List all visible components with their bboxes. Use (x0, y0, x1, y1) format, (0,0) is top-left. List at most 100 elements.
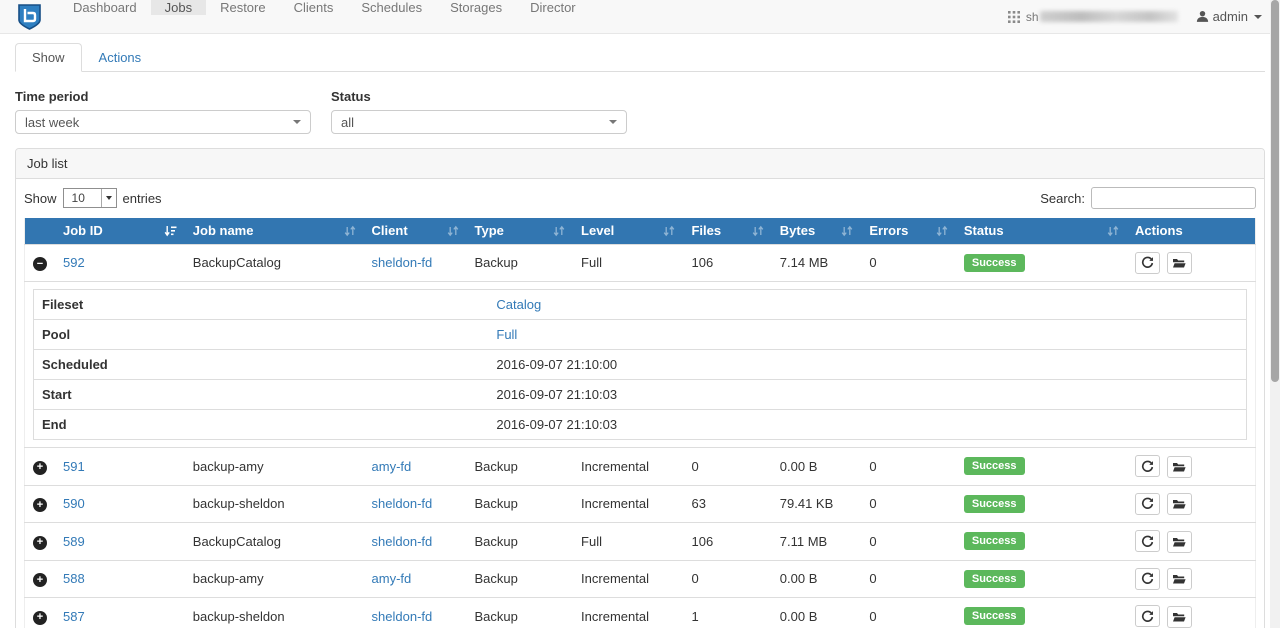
level-cell: Full (573, 523, 683, 561)
column-header-status[interactable]: Status (956, 218, 1127, 244)
job-log-button[interactable] (1167, 531, 1192, 553)
column-header-expand[interactable] (25, 218, 56, 244)
page-length-control: Show 10 entries (24, 188, 162, 208)
job-log-button[interactable] (1167, 456, 1192, 478)
job-detail-table: Fileset Catalog Pool Full Scheduled 2016… (33, 289, 1247, 440)
column-header-bytes[interactable]: Bytes (772, 218, 862, 244)
vertical-scrollbar[interactable] (1270, 0, 1280, 628)
rerun-icon (1141, 610, 1154, 623)
rerun-job-button[interactable] (1135, 252, 1160, 274)
type-cell: Backup (467, 485, 574, 523)
errors-cell: 0 (861, 448, 956, 486)
rerun-job-button[interactable] (1135, 455, 1160, 477)
bytes-cell: 7.11 MB (772, 523, 862, 561)
expand-row-toggle[interactable]: + (33, 498, 47, 512)
scrollbar-thumb[interactable] (1271, 0, 1279, 382)
column-header-errors[interactable]: Errors (861, 218, 956, 244)
job-id-link[interactable]: 591 (63, 459, 85, 474)
user-menu[interactable]: admin (1196, 9, 1262, 24)
job-id-link[interactable]: 590 (63, 496, 85, 511)
job-id-link[interactable]: 589 (63, 534, 85, 549)
errors-cell: 0 (861, 485, 956, 523)
status-select[interactable]: all (331, 110, 627, 134)
client-link[interactable]: sheldon-fd (372, 609, 433, 624)
job-id-link[interactable]: 587 (63, 609, 85, 624)
tab-actions[interactable]: Actions (82, 43, 159, 72)
job-log-button[interactable] (1167, 568, 1192, 590)
apps-grid-icon[interactable] (1008, 11, 1020, 23)
job-list-panel: Job list Show 10 entries Search: (15, 148, 1265, 628)
column-header-level[interactable]: Level (573, 218, 683, 244)
expand-row-toggle[interactable]: + (33, 461, 47, 475)
files-cell: 63 (683, 485, 771, 523)
column-header-actions[interactable]: Actions (1127, 218, 1256, 244)
nav-item-storages[interactable]: Storages (436, 0, 516, 15)
column-header-files[interactable]: Files (683, 218, 771, 244)
username-label: admin (1213, 9, 1248, 24)
job-log-button[interactable] (1167, 606, 1192, 628)
detail-value: 2016-09-07 21:10:03 (488, 380, 1246, 410)
pool-link[interactable]: Full (496, 327, 517, 342)
client-link[interactable]: amy-fd (372, 571, 412, 586)
nav-item-restore[interactable]: Restore (206, 0, 280, 15)
nav-item-schedules[interactable]: Schedules (347, 0, 436, 15)
detail-value: 2016-09-07 21:10:00 (488, 350, 1246, 380)
job-table: Job ID Job name (24, 218, 1256, 628)
navbar-right: sh admin (1008, 0, 1280, 33)
nav-item-clients[interactable]: Clients (280, 0, 348, 15)
client-link[interactable]: sheldon-fd (372, 255, 433, 270)
column-header-job-name[interactable]: Job name (185, 218, 364, 244)
expand-row-toggle[interactable]: + (33, 611, 47, 625)
time-period-select[interactable]: last week (15, 110, 311, 134)
rerun-job-button[interactable] (1135, 493, 1160, 515)
fileset-link[interactable]: Catalog (496, 297, 541, 312)
nav-item-jobs[interactable]: Jobs (151, 0, 206, 15)
client-link[interactable]: sheldon-fd (372, 496, 433, 511)
column-header-job-id[interactable]: Job ID (55, 218, 185, 244)
expand-row-toggle[interactable]: + (33, 536, 47, 550)
type-cell: Backup (467, 598, 574, 628)
errors-cell: 0 (861, 244, 956, 282)
folder-open-icon (1172, 461, 1186, 473)
filters: Time period last week Status all (15, 89, 1265, 134)
expand-row-toggle[interactable]: − (33, 257, 47, 271)
nav-item-director[interactable]: Director (516, 0, 590, 15)
rerun-icon (1141, 256, 1154, 269)
rerun-icon (1141, 572, 1154, 585)
detail-row: Pool Full (34, 320, 1247, 350)
detail-row: Start 2016-09-07 21:10:03 (34, 380, 1247, 410)
table-row: + 587 backup-sheldon sheldon-fd Backup I… (25, 598, 1256, 628)
chevron-down-icon (106, 196, 112, 200)
hostname-masked-area (1040, 11, 1178, 22)
level-cell: Incremental (573, 485, 683, 523)
nav-item-dashboard[interactable]: Dashboard (59, 0, 151, 15)
rerun-icon (1141, 460, 1154, 473)
rerun-job-button[interactable] (1135, 605, 1160, 627)
sort-icon (752, 225, 764, 237)
job-id-link[interactable]: 592 (63, 255, 85, 270)
rerun-job-button[interactable] (1135, 530, 1160, 552)
column-header-type[interactable]: Type (467, 218, 574, 244)
job-log-button[interactable] (1167, 252, 1192, 274)
bytes-cell: 0.00 B (772, 598, 862, 628)
length-prefix-label: Show (24, 191, 57, 206)
rerun-job-button[interactable] (1135, 568, 1160, 590)
bareos-logo[interactable] (0, 0, 59, 33)
files-cell: 106 (683, 523, 771, 561)
expand-row-toggle[interactable]: + (33, 573, 47, 587)
job-id-link[interactable]: 588 (63, 571, 85, 586)
client-link[interactable]: amy-fd (372, 459, 412, 474)
job-log-button[interactable] (1167, 493, 1192, 515)
detail-row: End 2016-09-07 21:10:03 (34, 410, 1247, 440)
main-nav: Dashboard Jobs Restore Clients Schedules… (59, 0, 590, 33)
tab-show[interactable]: Show (15, 43, 82, 72)
client-link[interactable]: sheldon-fd (372, 534, 433, 549)
page-length-select[interactable]: 10 (63, 188, 117, 208)
select-arrow-button[interactable] (101, 189, 116, 207)
detail-value: 2016-09-07 21:10:03 (488, 410, 1246, 440)
errors-cell: 0 (861, 523, 956, 561)
search-input[interactable] (1091, 187, 1256, 209)
director-hostname: sh (1026, 10, 1178, 24)
column-header-client[interactable]: Client (364, 218, 467, 244)
sort-icon (841, 225, 853, 237)
